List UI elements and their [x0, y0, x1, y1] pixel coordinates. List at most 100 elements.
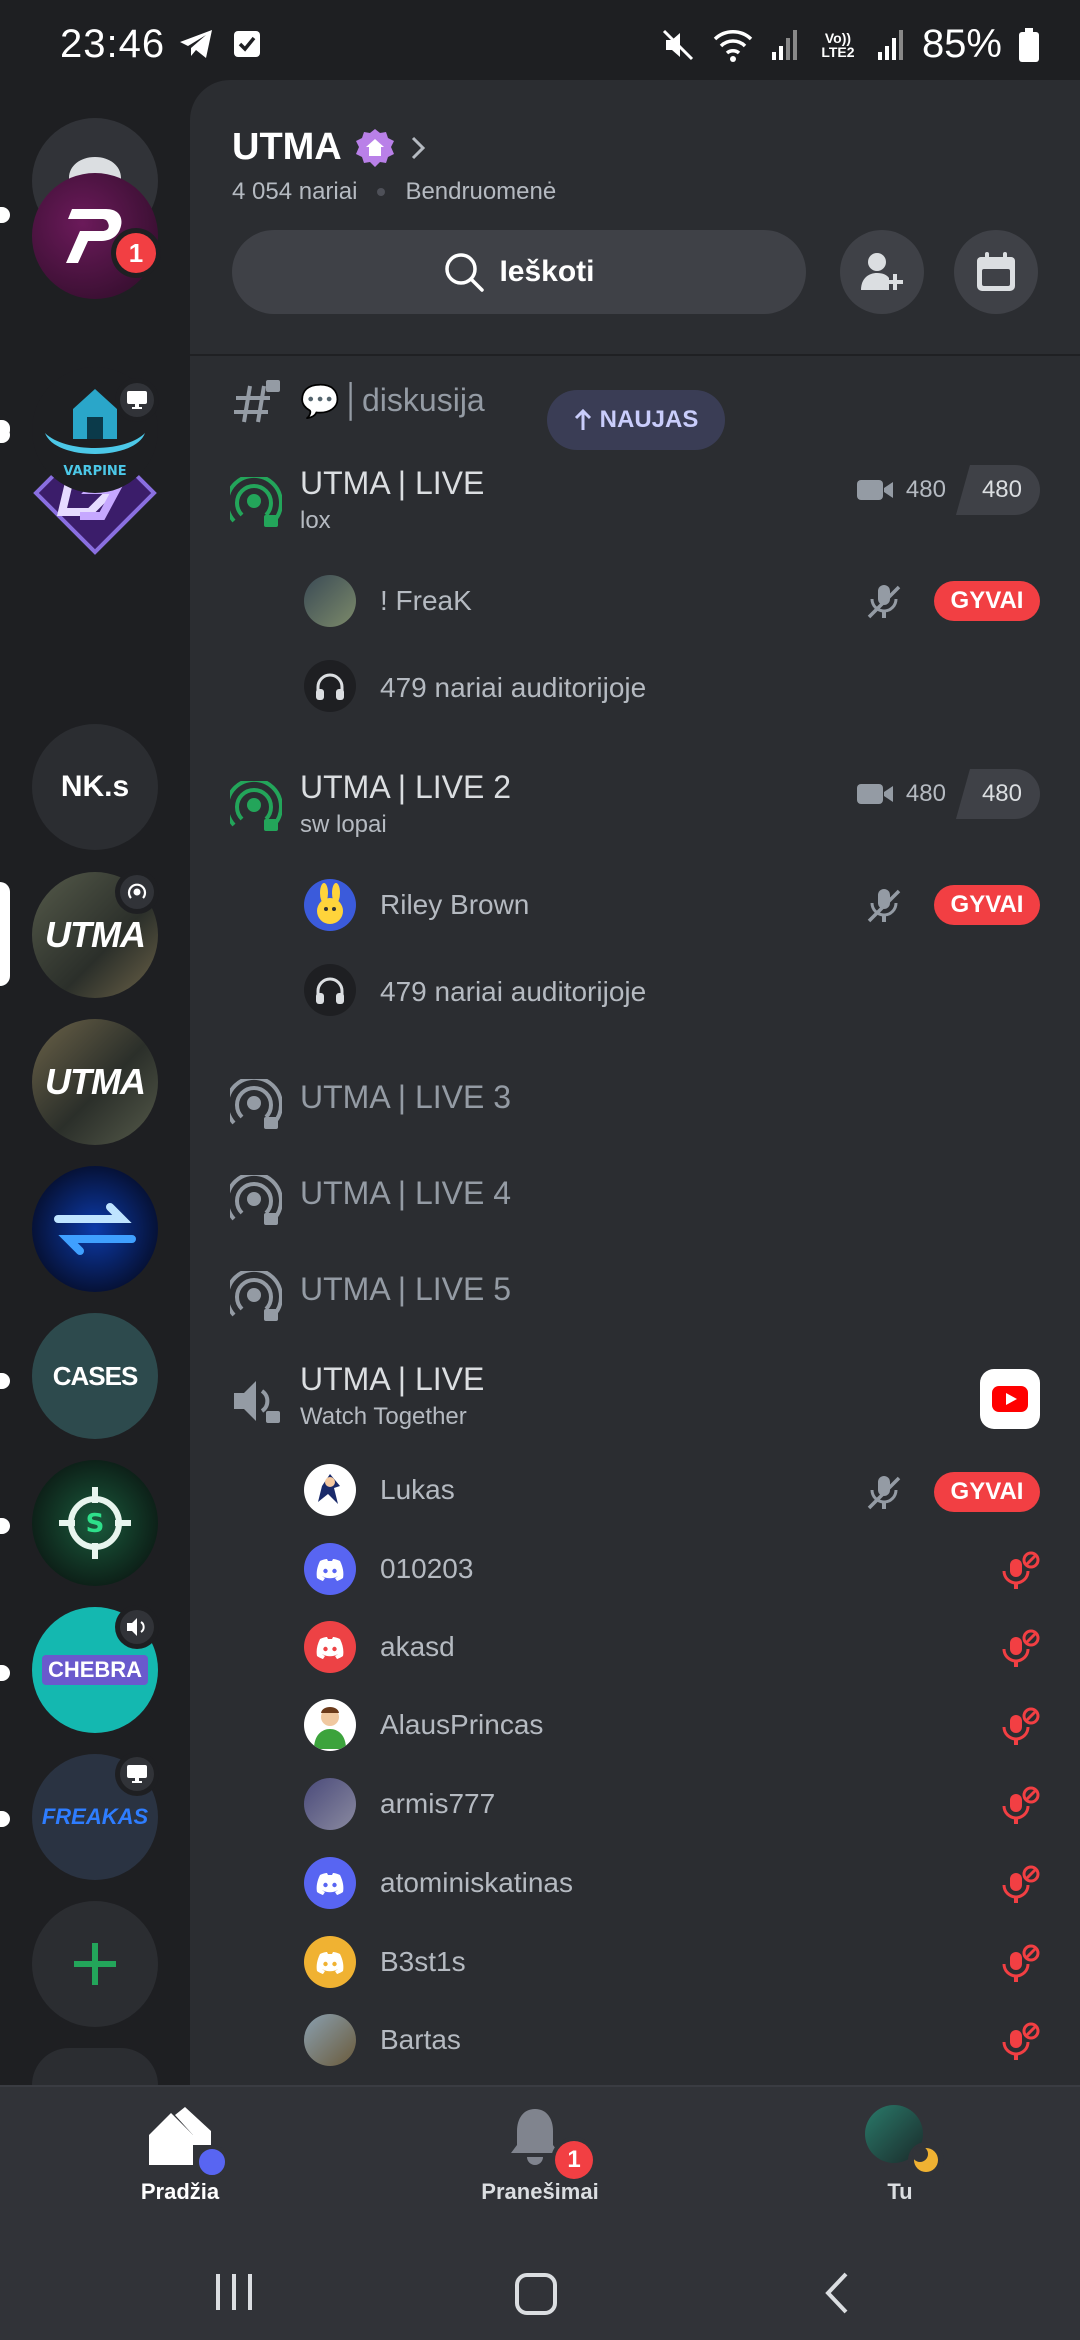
server-list: VARPINE NK.s UTMA UTMA CASES S CHEBRA FR… [0, 0, 190, 2085]
live-badge: GYVAI [934, 885, 1040, 925]
voice-user[interactable]: Bartas [190, 2014, 1080, 2074]
avatar [304, 1699, 356, 1751]
user-limit: 480 [955, 465, 1040, 515]
stage-icon [127, 883, 147, 899]
unread-indicator [0, 422, 10, 438]
voice-user[interactable]: akasd [190, 1621, 1080, 1681]
voice-user[interactable]: atominiskatinas [190, 1857, 1080, 1917]
channel-topic: lox [300, 507, 331, 534]
server-cases-label: CASES [52, 1360, 139, 1391]
chevron-right-icon [411, 136, 425, 159]
invite-members-button[interactable] [840, 230, 924, 314]
mic-muted-icon [867, 585, 901, 619]
avatar [304, 1857, 356, 1909]
avatar [304, 1778, 356, 1830]
server-nks[interactable]: NK.s [32, 724, 158, 850]
mute-icon [662, 29, 693, 60]
nav-notifications[interactable]: 1 Pranešimai [440, 2087, 640, 2242]
youtube-activity-button[interactable] [980, 1369, 1040, 1429]
stage-lock-icon [230, 1079, 282, 1129]
notification-badge: 1 [551, 2137, 597, 2183]
stage-speaker[interactable]: ! FreaK GYVAI [190, 575, 1080, 645]
search-button[interactable]: Ieškoti [232, 230, 806, 314]
youtube-icon [992, 1386, 1028, 1412]
activity-badge [115, 1605, 159, 1649]
channel-stage-live-5[interactable]: UTMA | LIVE 5 [190, 1265, 1080, 1335]
live-badge: GYVAI [934, 1472, 1040, 1512]
server-type: Bendruomenė [405, 178, 557, 205]
server-utma-2[interactable]: UTMA [32, 1019, 158, 1145]
avatar [304, 1621, 356, 1673]
user-name: armis777 [380, 1788, 496, 1819]
idle-status-icon [908, 2142, 944, 2178]
headphones-icon [316, 673, 344, 700]
crosshair-logo-icon: S [59, 1487, 131, 1559]
add-server-button[interactable] [32, 1901, 158, 2027]
channel-stage-live[interactable]: UTMA | LIVE lox 480 480 [190, 465, 1080, 555]
voice-user[interactable]: armis777 [190, 1778, 1080, 1838]
server-header[interactable]: UTMA [232, 126, 428, 169]
activity-badge [115, 378, 159, 422]
channel-name: UTMA | LIVE 4 [300, 1175, 512, 1211]
stage-icon [230, 477, 282, 527]
hashtag-lock-icon [234, 380, 280, 423]
server-s[interactable]: S [32, 1460, 158, 1586]
home-system-icon[interactable] [514, 2272, 558, 2316]
server-utma-label: UTMA [45, 914, 146, 955]
events-button[interactable] [954, 230, 1038, 314]
server-muted-mic-icon [1002, 1865, 1040, 1903]
server-arrows[interactable] [32, 1166, 158, 1292]
channel-stage-live-3[interactable]: UTMA | LIVE 3 [190, 1073, 1080, 1143]
nav-you[interactable]: Tu [800, 2087, 1000, 2242]
channel-stage-live-4[interactable]: UTMA | LIVE 4 [190, 1169, 1080, 1239]
voice-user[interactable]: Lukas GYVAI [190, 1464, 1080, 1524]
user-name: 010203 [380, 1553, 474, 1584]
home-unread-dot [195, 2145, 229, 2179]
speaker-name: Riley Brown [380, 889, 530, 920]
member-count: 4 054 nariai [232, 178, 358, 205]
avatar [304, 575, 356, 627]
voice-user[interactable]: B3st1s [190, 1936, 1080, 1996]
unread-indicator [0, 1373, 10, 1389]
unread-indicator [0, 1665, 10, 1681]
discover-button[interactable] [32, 2048, 158, 2085]
nav-notifications-label: Pranešimai [481, 2179, 599, 2204]
plus-icon [74, 1943, 116, 1985]
screen-share-icon [127, 391, 147, 409]
network-type: Vo)) LTE2 [821, 29, 855, 60]
discord-logo-icon [316, 1952, 344, 1974]
channel-stage-live-2[interactable]: UTMA | LIVE 2 sw lopai 480 480 [190, 769, 1080, 859]
server-meta: 4 054 nariai Bendruomenė [232, 178, 556, 206]
meta-dot [377, 188, 386, 196]
channel-voice-watch-together[interactable]: UTMA | LIVE Watch Together [190, 1361, 1080, 1451]
server-muted-mic-icon [1002, 1551, 1040, 1589]
community-badge-icon [355, 128, 394, 167]
back-icon[interactable] [822, 2270, 852, 2316]
user-limit: 480 [955, 769, 1040, 819]
server-cases[interactable]: CASES [32, 1313, 158, 1439]
nav-home[interactable]: Pradžia [80, 2087, 280, 2242]
battery-percent: 85% [921, 22, 1002, 66]
battery-icon [1019, 27, 1039, 62]
user-name: B3st1s [380, 1946, 466, 1977]
discord-logo-icon [316, 1559, 344, 1581]
server-muted-mic-icon [1002, 1944, 1040, 1982]
user-name: AlausPrincas [380, 1709, 544, 1740]
voice-user[interactable]: 010203 [190, 1543, 1080, 1603]
avatar [304, 2014, 356, 2066]
recents-icon[interactable] [212, 2272, 256, 2312]
user-name: Lukas [380, 1474, 455, 1505]
server-utma-2-label: UTMA [45, 1061, 146, 1102]
search-label: Ieškoti [499, 255, 595, 288]
new-messages-pill[interactable]: NAUJAS [547, 390, 725, 450]
audience-row[interactable]: 479 nariai auditorijoje [190, 964, 1080, 1034]
voice-user[interactable]: AlausPrincas [190, 1699, 1080, 1759]
audience-row[interactable]: 479 nariai auditorijoje [190, 660, 1080, 730]
stage-speaker[interactable]: Riley Brown GYVAI [190, 879, 1080, 949]
active-server-indicator [0, 882, 10, 986]
character-avatar-icon [318, 1474, 340, 1504]
speaker-icon [127, 1618, 145, 1636]
svg-text:VARPINE: VARPINE [63, 464, 126, 479]
server-muted-mic-icon [1002, 2022, 1040, 2060]
live-badge: GYVAI [934, 581, 1040, 621]
